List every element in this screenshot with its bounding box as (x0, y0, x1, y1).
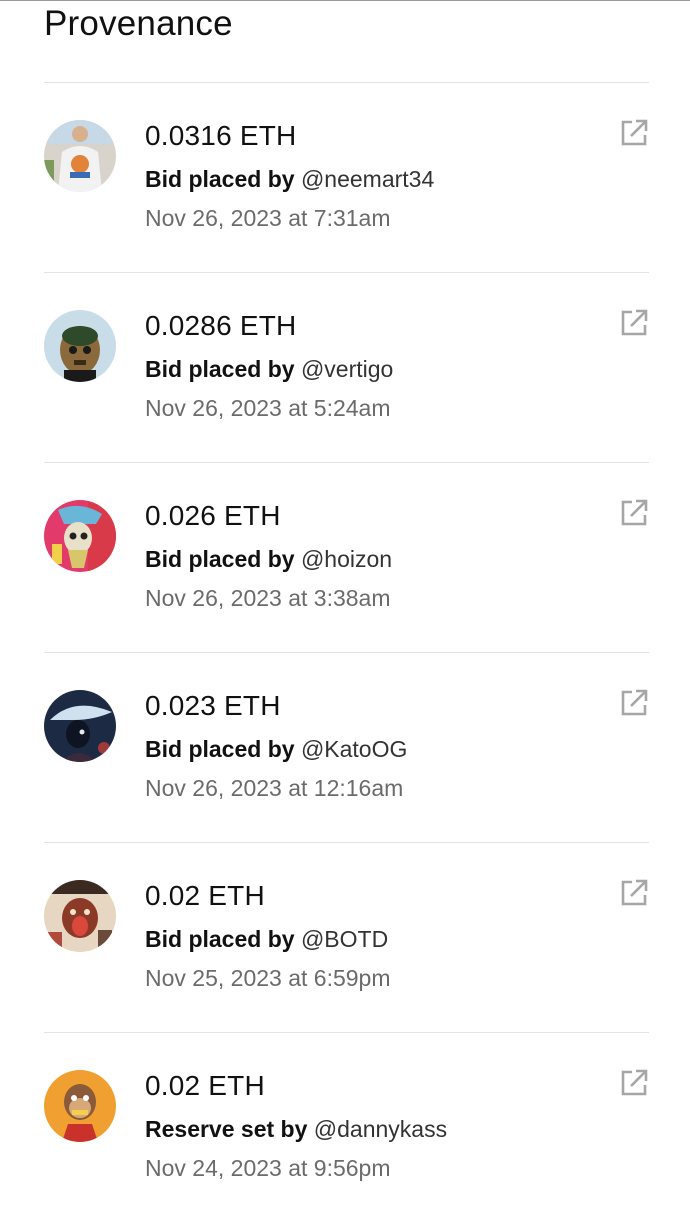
action-label: Bid placed by (145, 546, 295, 572)
provenance-item: 0.0286 ETH Bid placed by @vertigo Nov 26… (44, 273, 649, 462)
avatar-neemart34[interactable] (44, 120, 116, 192)
bid-amount: 0.0286 ETH (145, 310, 297, 341)
avatar-vertigo[interactable] (44, 310, 116, 382)
provenance-list: 0.0316 ETH Bid placed by @neemart34 Nov … (44, 82, 649, 1222)
user-link[interactable]: @dannykass (314, 1116, 447, 1142)
provenance-item: 0.0316 ETH Bid placed by @neemart34 Nov … (44, 83, 649, 272)
event-action: Reserve set by @dannykass (145, 1115, 447, 1143)
external-link-icon[interactable] (619, 308, 649, 338)
avatar-katoog[interactable] (44, 690, 116, 762)
event-timestamp: Nov 25, 2023 at 6:59pm (145, 965, 391, 991)
top-border (0, 0, 690, 1)
event-timestamp: Nov 26, 2023 at 12:16am (145, 775, 404, 801)
event-action: Bid placed by @BOTD (145, 925, 388, 953)
user-link[interactable]: @KatoOG (301, 736, 407, 762)
event-action: Bid placed by @hoizon (145, 545, 392, 573)
event-action: Bid placed by @vertigo (145, 355, 393, 383)
user-link[interactable]: @neemart34 (301, 166, 434, 192)
external-link-icon[interactable] (619, 878, 649, 908)
bid-amount: 0.02 ETH (145, 880, 265, 911)
event-action: Bid placed by @KatoOG (145, 735, 407, 763)
action-label: Bid placed by (145, 356, 295, 382)
event-action: Bid placed by @neemart34 (145, 165, 434, 193)
external-link-icon[interactable] (619, 688, 649, 718)
provenance-item: 0.026 ETH Bid placed by @hoizon Nov 26, … (44, 463, 649, 652)
external-link-icon[interactable] (619, 1068, 649, 1098)
action-label: Bid placed by (145, 166, 295, 192)
action-label: Bid placed by (145, 736, 295, 762)
user-link[interactable]: @BOTD (301, 926, 388, 952)
provenance-item: 0.023 ETH Bid placed by @KatoOG Nov 26, … (44, 653, 649, 842)
action-label: Bid placed by (145, 926, 295, 952)
avatar-botd[interactable] (44, 880, 116, 952)
event-timestamp: Nov 26, 2023 at 5:24am (145, 395, 391, 421)
provenance-item: 0.02 ETH Bid placed by @BOTD Nov 25, 202… (44, 843, 649, 1032)
page-title: Provenance (44, 4, 233, 43)
user-link[interactable]: @hoizon (301, 546, 392, 572)
event-timestamp: Nov 24, 2023 at 9:56pm (145, 1155, 391, 1181)
avatar-dannykass[interactable] (44, 1070, 116, 1142)
bid-amount: 0.0316 ETH (145, 120, 297, 151)
bid-amount: 0.026 ETH (145, 500, 281, 531)
avatar-hoizon[interactable] (44, 500, 116, 572)
reserve-amount: 0.02 ETH (145, 1070, 265, 1101)
external-link-icon[interactable] (619, 118, 649, 148)
event-timestamp: Nov 26, 2023 at 3:38am (145, 585, 391, 611)
user-link[interactable]: @vertigo (301, 356, 393, 382)
bid-amount: 0.023 ETH (145, 690, 281, 721)
external-link-icon[interactable] (619, 498, 649, 528)
provenance-item: 0.02 ETH Reserve set by @dannykass Nov 2… (44, 1033, 649, 1222)
event-timestamp: Nov 26, 2023 at 7:31am (145, 205, 391, 231)
action-label: Reserve set by (145, 1116, 308, 1142)
